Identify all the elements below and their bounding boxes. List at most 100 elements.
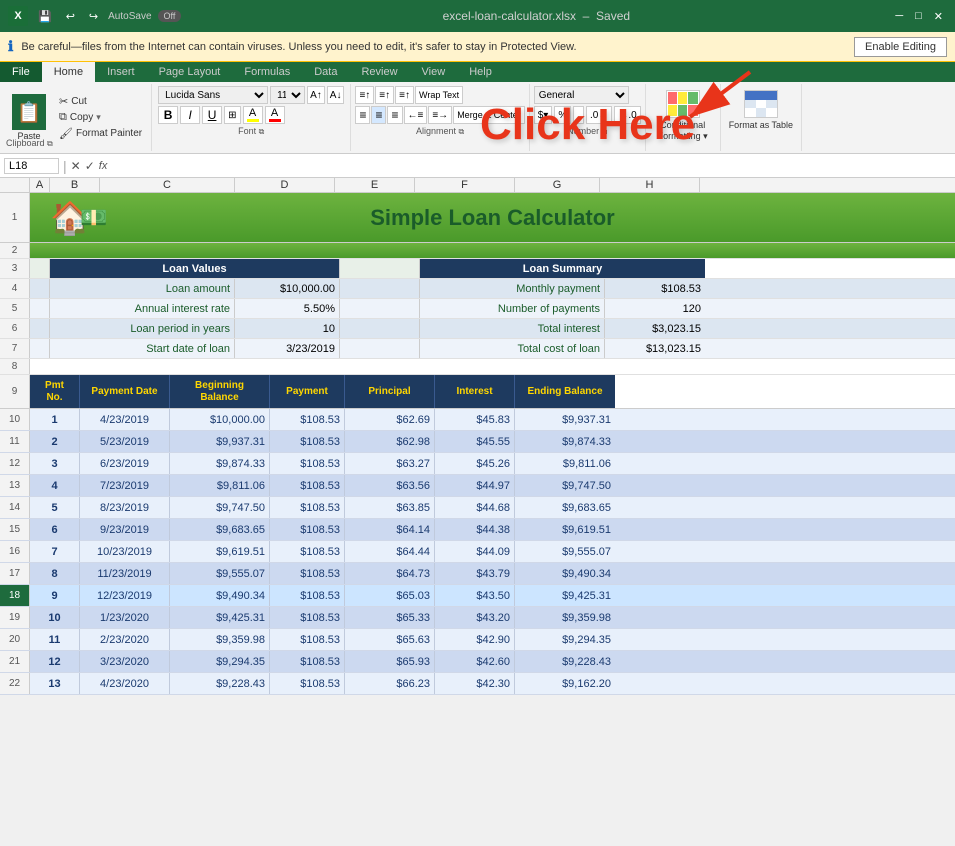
percent-button[interactable]: % xyxy=(554,106,571,124)
col-header-A[interactable]: A xyxy=(30,178,50,192)
cell-20-beginbal[interactable]: $9,359.98 xyxy=(170,629,270,650)
cell-22-interest[interactable]: $42.30 xyxy=(435,673,515,694)
italic-button[interactable]: I xyxy=(180,106,200,124)
col-header-B[interactable]: B xyxy=(50,178,100,192)
cell-21-date[interactable]: 3/23/2020 xyxy=(80,651,170,672)
cell-16-pmtno[interactable]: 7 xyxy=(30,541,80,562)
cell-14-interest[interactable]: $44.68 xyxy=(435,497,515,518)
col-header-H[interactable]: H xyxy=(600,178,700,192)
cell-15-beginbal[interactable]: $9,683.65 xyxy=(170,519,270,540)
cut-button[interactable]: ✂ Cut xyxy=(56,94,145,109)
border-button[interactable]: ⊞ xyxy=(224,106,240,124)
cell-18-interest[interactable]: $43.50 xyxy=(435,585,515,606)
cell-22-beginbal[interactable]: $9,228.43 xyxy=(170,673,270,694)
decrease-font-button[interactable]: A↓ xyxy=(327,86,345,104)
cell-17-interest[interactable]: $43.79 xyxy=(435,563,515,584)
cell-15-endbal[interactable]: $9,619.51 xyxy=(515,519,615,540)
cell-12-interest[interactable]: $45.26 xyxy=(435,453,515,474)
cell-10-date[interactable]: 4/23/2019 xyxy=(80,409,170,430)
cell-18-beginbal[interactable]: $9,490.34 xyxy=(170,585,270,606)
undo-qat-button[interactable]: ↩ xyxy=(62,8,79,25)
col-header-E[interactable]: E xyxy=(335,178,415,192)
align-center-button[interactable]: ≡ xyxy=(371,106,386,124)
cell-10-beginbal[interactable]: $10,000.00 xyxy=(170,409,270,430)
indent-increase-button[interactable]: ≡→ xyxy=(428,106,452,124)
increase-decimal-button[interactable]: .0→ xyxy=(586,106,612,124)
align-left-button[interactable]: ≡ xyxy=(355,106,370,124)
currency-button[interactable]: $▾ xyxy=(534,106,553,124)
col-header-F[interactable]: F xyxy=(415,178,515,192)
tab-home[interactable]: Home xyxy=(42,62,95,82)
cell-14-endbal[interactable]: $9,683.65 xyxy=(515,497,615,518)
cell-16-date[interactable]: 10/23/2019 xyxy=(80,541,170,562)
cell-22-date[interactable]: 4/23/2020 xyxy=(80,673,170,694)
cell-12-payment[interactable]: $108.53 xyxy=(270,453,345,474)
cell-20-pmtno[interactable]: 11 xyxy=(30,629,80,650)
cell-21-pmtno[interactable]: 12 xyxy=(30,651,80,672)
cell-13-pmtno[interactable]: 4 xyxy=(30,475,80,496)
cell-17-principal[interactable]: $64.73 xyxy=(345,563,435,584)
cell-22-endbal[interactable]: $9,162.20 xyxy=(515,673,615,694)
cell-12-principal[interactable]: $63.27 xyxy=(345,453,435,474)
fill-color-button[interactable]: A xyxy=(243,106,263,124)
cell-17-endbal[interactable]: $9,490.34 xyxy=(515,563,615,584)
cell-10-endbal[interactable]: $9,937.31 xyxy=(515,409,615,430)
cell-20-payment[interactable]: $108.53 xyxy=(270,629,345,650)
cell-16-principal[interactable]: $64.44 xyxy=(345,541,435,562)
tab-view[interactable]: View xyxy=(410,62,458,82)
cell-20-principal[interactable]: $65.63 xyxy=(345,629,435,650)
paste-button[interactable]: 📋 Paste xyxy=(6,92,52,143)
align-top-right-button[interactable]: ≡↑ xyxy=(395,86,414,104)
cell-13-interest[interactable]: $44.97 xyxy=(435,475,515,496)
cell-13-beginbal[interactable]: $9,811.06 xyxy=(170,475,270,496)
minimize-button[interactable]: ─ xyxy=(891,8,907,25)
cell-10-pmtno[interactable]: 1 xyxy=(30,409,80,430)
cell-17-payment[interactable]: $108.53 xyxy=(270,563,345,584)
cell-18-pmtno[interactable]: 9 xyxy=(30,585,80,606)
cell-10-principal[interactable]: $62.69 xyxy=(345,409,435,430)
decrease-decimal-button[interactable]: ←.0 xyxy=(614,106,640,124)
cell-21-endbal[interactable]: $9,228.43 xyxy=(515,651,615,672)
tab-help[interactable]: Help xyxy=(457,62,504,82)
cell-22-payment[interactable]: $108.53 xyxy=(270,673,345,694)
cell-13-payment[interactable]: $108.53 xyxy=(270,475,345,496)
cell-19-principal[interactable]: $65.33 xyxy=(345,607,435,628)
tab-review[interactable]: Review xyxy=(349,62,409,82)
tab-file[interactable]: File xyxy=(0,62,42,82)
cell-12-pmtno[interactable]: 3 xyxy=(30,453,80,474)
cell-14-pmtno[interactable]: 5 xyxy=(30,497,80,518)
format-painter-button[interactable]: 🖌 Format Painter xyxy=(56,126,145,141)
cell-16-endbal[interactable]: $9,555.07 xyxy=(515,541,615,562)
cell-17-beginbal[interactable]: $9,555.07 xyxy=(170,563,270,584)
align-top-center-button[interactable]: ≡↑ xyxy=(375,86,394,104)
merge-center-button[interactable]: Merge & Center xyxy=(453,106,525,124)
cell-11-endbal[interactable]: $9,874.33 xyxy=(515,431,615,452)
cell-11-date[interactable]: 5/23/2019 xyxy=(80,431,170,452)
format-table-button[interactable] xyxy=(744,90,778,118)
cell-12-date[interactable]: 6/23/2019 xyxy=(80,453,170,474)
comma-button[interactable]: , xyxy=(573,106,584,124)
cell-21-payment[interactable]: $108.53 xyxy=(270,651,345,672)
cell-19-date[interactable]: 1/23/2020 xyxy=(80,607,170,628)
cell-11-interest[interactable]: $45.55 xyxy=(435,431,515,452)
conditional-formatting-button[interactable] xyxy=(666,90,700,118)
cell-14-date[interactable]: 8/23/2019 xyxy=(80,497,170,518)
maximize-button[interactable]: □ xyxy=(911,8,926,25)
col-header-D[interactable]: D xyxy=(235,178,335,192)
cell-19-pmtno[interactable]: 10 xyxy=(30,607,80,628)
underline-button[interactable]: U xyxy=(202,106,222,124)
wrap-text-button[interactable]: Wrap Text xyxy=(415,86,463,104)
bold-button[interactable]: B xyxy=(158,106,178,124)
copy-button[interactable]: ⧉ Copy ▾ xyxy=(56,110,145,125)
cell-11-principal[interactable]: $62.98 xyxy=(345,431,435,452)
cell-17-date[interactable]: 11/23/2019 xyxy=(80,563,170,584)
cancel-formula-icon[interactable]: ✕ xyxy=(71,159,81,173)
increase-font-button[interactable]: A↑ xyxy=(307,86,325,104)
cell-18-principal[interactable]: $65.03 xyxy=(345,585,435,606)
cell-16-interest[interactable]: $44.09 xyxy=(435,541,515,562)
cell-12-endbal[interactable]: $9,811.06 xyxy=(515,453,615,474)
cell-11-beginbal[interactable]: $9,937.31 xyxy=(170,431,270,452)
font-color-button[interactable]: A xyxy=(265,106,285,124)
tab-page-layout[interactable]: Page Layout xyxy=(147,62,233,82)
font-name-select[interactable]: Lucida Sans xyxy=(158,86,268,104)
